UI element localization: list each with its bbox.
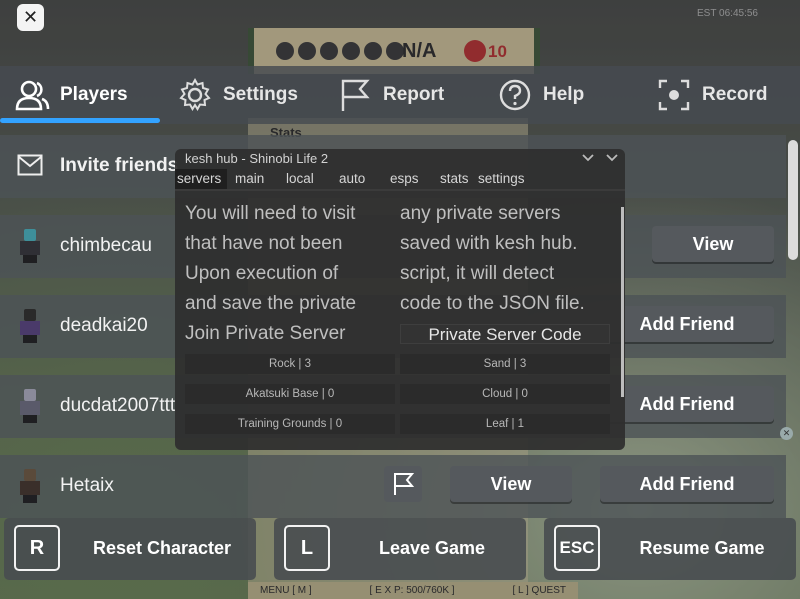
view-button[interactable]: View — [450, 466, 572, 502]
hub-divider — [175, 189, 625, 191]
player-name: Hetaix — [60, 475, 114, 496]
hub-tab-auto[interactable]: auto — [335, 169, 384, 189]
server-button-akatsuki-base[interactable]: Akatsuki Base | 0 — [185, 384, 395, 404]
hub-text-line: You will need to visit — [185, 203, 356, 224]
server-button-leaf[interactable]: Leaf | 1 — [400, 414, 610, 434]
players-icon — [15, 80, 50, 111]
hub-tab-main[interactable]: main — [227, 169, 283, 189]
close-menu-button[interactable]: ✕ — [17, 4, 44, 31]
hub-text-line: and save the private — [185, 293, 357, 314]
tab-label: Players — [60, 84, 128, 105]
hub-tab-local[interactable]: local — [283, 169, 335, 189]
key-esc-icon: ESC — [554, 525, 600, 571]
hub-scrollbar[interactable] — [621, 207, 624, 397]
key-l-icon: L — [284, 525, 330, 571]
hub-tab-settings[interactable]: settings — [478, 169, 538, 189]
flag-icon — [394, 473, 415, 495]
action-label: Reset Character — [92, 538, 232, 558]
chevron-down-icon[interactable] — [581, 151, 595, 165]
record-icon — [658, 79, 690, 111]
invite-friends-label: Invite friends — [60, 155, 179, 176]
view-button[interactable]: View — [652, 226, 774, 262]
flag-icon — [341, 79, 370, 111]
avatar — [16, 229, 44, 263]
add-friend-button[interactable]: Add Friend — [600, 466, 774, 502]
help-icon — [499, 79, 531, 111]
player-name: ducdat2007ttt — [60, 395, 176, 416]
key-r-icon: R — [14, 525, 60, 571]
active-tab-indicator — [0, 118, 160, 123]
leave-game-button[interactable]: L Leave Game — [274, 518, 526, 580]
player-name: deadkai20 — [60, 315, 148, 336]
gear-icon — [179, 77, 211, 111]
tab-label: Help — [543, 84, 585, 105]
avatar — [16, 389, 44, 423]
add-friend-button[interactable]: Add Friend — [600, 386, 774, 422]
server-button-training-grounds[interactable]: Training Grounds | 0 — [185, 414, 395, 434]
private-server-code-input[interactable]: Private Server Code — [400, 324, 610, 344]
reset-character-button[interactable]: R Reset Character — [4, 518, 256, 580]
action-label: Resume Game — [639, 538, 765, 558]
report-player-button[interactable] — [384, 466, 422, 502]
hub-text-line: code to the JSON file. — [400, 293, 585, 314]
hub-description-right: any private servers saved with kesh hub.… — [400, 199, 585, 319]
avatar — [16, 469, 44, 503]
hub-description-left: You will need to visit that have not bee… — [185, 199, 356, 349]
hub-tab-esps[interactable]: esps — [384, 169, 433, 189]
mail-icon — [17, 154, 43, 176]
chevron-down-icon[interactable] — [605, 151, 619, 165]
hub-text-line: that have not been — [185, 233, 343, 254]
tab-report[interactable]: Report — [337, 66, 444, 124]
tab-help[interactable]: Help — [497, 66, 584, 124]
tab-settings[interactable]: Settings — [177, 66, 298, 124]
tab-record[interactable]: Record — [656, 66, 767, 124]
join-private-server-button[interactable]: Join Private Server — [185, 319, 356, 349]
action-label: Leave Game — [378, 538, 486, 558]
hub-text-line: any private servers — [400, 203, 561, 224]
player-name: chimbecau — [60, 235, 152, 256]
hub-tab-bar: servers main local auto esps stats setti… — [175, 169, 625, 189]
add-friend-button[interactable]: Add Friend — [600, 306, 774, 342]
kesh-hub-window: kesh hub - Shinobi Life 2 servers main l… — [175, 149, 625, 450]
server-button-rock[interactable]: Rock | 3 — [185, 354, 395, 374]
hub-tab-stats[interactable]: stats — [433, 169, 478, 189]
close-icon[interactable]: ✕ — [780, 427, 793, 440]
tab-players[interactable]: Players — [14, 66, 128, 124]
hub-tab-servers[interactable]: servers — [175, 169, 227, 189]
server-button-cloud[interactable]: Cloud | 0 — [400, 384, 610, 404]
tab-label: Settings — [223, 84, 298, 105]
player-list-scrollbar[interactable] — [788, 140, 798, 260]
resume-game-button[interactable]: ESC Resume Game — [544, 518, 796, 580]
hub-title: kesh hub - Shinobi Life 2 — [185, 151, 329, 166]
hub-text-line: script, it will detect — [400, 263, 555, 284]
server-button-sand[interactable]: Sand | 3 — [400, 354, 610, 374]
hub-text-line: saved with kesh hub. — [400, 233, 578, 254]
tab-label: Report — [383, 84, 445, 105]
menu-tab-bar: Players Settings Report Help Record — [0, 66, 800, 124]
hub-text-line: Upon execution of — [185, 263, 339, 284]
hub-window-controls — [581, 151, 619, 165]
tab-label: Record — [702, 84, 768, 105]
avatar — [16, 309, 44, 343]
